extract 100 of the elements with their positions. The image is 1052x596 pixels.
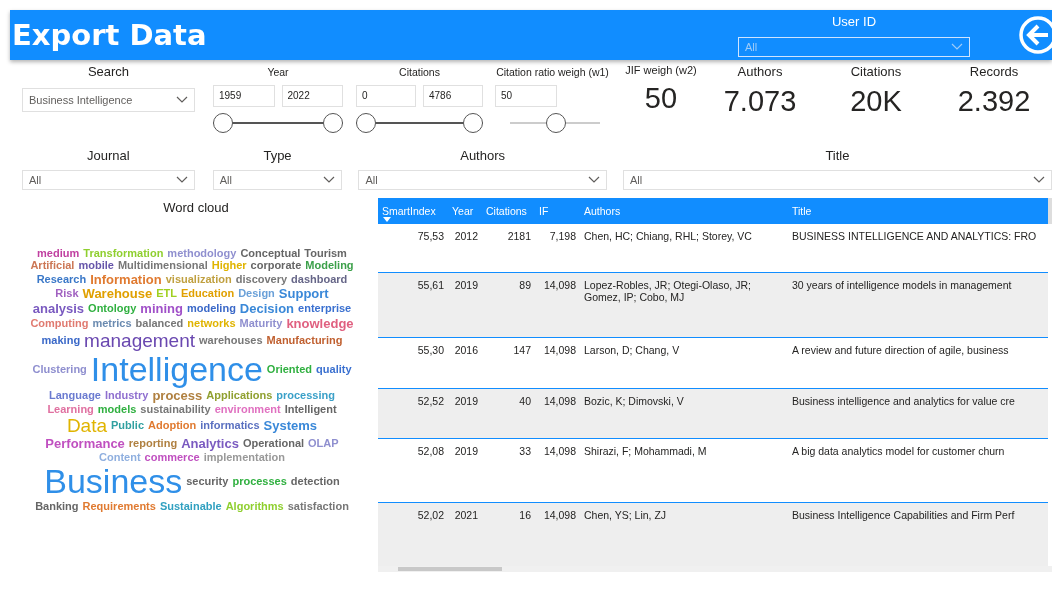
slider-handle[interactable] [323, 113, 343, 133]
dropdown-value: Business Intelligence [29, 94, 133, 106]
dropdown[interactable]: All [622, 170, 1052, 190]
table-cell: 30 years of intelligence models in management [788, 272, 1048, 338]
card-value: 2.392 [957, 85, 1031, 118]
table-cell: 2181 [482, 224, 535, 273]
chevron-down-icon [951, 42, 963, 51]
cloud-word: Requirements [82, 500, 156, 513]
back-arrow-icon[interactable] [1018, 15, 1052, 55]
cloud-word: Modeling [305, 260, 354, 272]
cloud-word: Design [238, 288, 275, 300]
field-label: User ID [831, 13, 877, 29]
table-cell: 2016 [448, 337, 482, 389]
cloud-word: Research [36, 273, 87, 286]
card-label: Citations [850, 64, 902, 79]
dropdown-value: All [629, 174, 643, 186]
table-cell: Shirazi, F; Mohammadi, M [580, 438, 788, 503]
card-value: 50 [644, 82, 678, 115]
cloud-word: Applications [206, 389, 273, 402]
card-label: Authors [737, 64, 783, 79]
cloud-word: satisfaction [287, 500, 349, 513]
sort-descending-icon [383, 217, 391, 222]
table-cell: Business intelligence and analytics for value cre [788, 388, 1048, 439]
cloud-word: process [152, 388, 203, 403]
cloud-word: Adoption [148, 420, 197, 432]
cloud-word: Education [180, 288, 235, 300]
input-field[interactable]: 50 [495, 85, 557, 107]
table-cell: Business Intelligence Capabilities and Firm Perf [788, 502, 1048, 567]
cloud-word: management [84, 331, 195, 352]
slider-handle[interactable] [463, 113, 483, 133]
cloud-word: environment [214, 403, 281, 416]
cloud-word: Warehouse [82, 287, 153, 301]
cloud-word: Operational [242, 438, 305, 450]
cloud-word: informatics [200, 420, 260, 432]
dropdown[interactable]: Business Intelligence [22, 88, 195, 112]
cloud-word: visualization [165, 273, 232, 286]
table-cell: 52,52 [378, 388, 448, 439]
table-cell: 14,098 [535, 272, 580, 338]
cloud-word: Tourism [304, 247, 347, 260]
cloud-word: making [41, 335, 81, 347]
dropdown[interactable]: All [22, 170, 195, 190]
slider-handle[interactable] [356, 113, 376, 133]
cloud-word: models [97, 403, 137, 416]
cloud-word: Conceptual [240, 247, 301, 260]
cloud-word: mobile [78, 260, 114, 272]
table-cell: 2019 [448, 388, 482, 439]
input-field[interactable]: 1959 [213, 85, 275, 107]
scrollbar[interactable] [378, 566, 1052, 572]
table-cell: 55,61 [378, 272, 448, 338]
cloud-word: dashboard [291, 273, 348, 286]
field-label: Type [262, 148, 293, 164]
slider-handle[interactable] [546, 113, 567, 133]
cloud-word: Support [278, 287, 329, 301]
dropdown-value: All [29, 174, 42, 186]
table-cell: 52,02 [378, 502, 448, 567]
field-label: Year [266, 65, 290, 80]
cloud-word: commerce [144, 451, 200, 464]
chevron-down-icon [587, 176, 600, 184]
cloud-word: Algorithms [225, 500, 284, 513]
cloud-word: Content [99, 451, 141, 464]
card-value: 7.073 [723, 85, 797, 118]
field-label: Search [86, 64, 131, 80]
cloud-word: modeling [186, 303, 236, 315]
cloud-word: metrics [92, 317, 132, 330]
table-cell: Larson, D; Chang, V [580, 337, 788, 389]
cloud-word: Sustainable [159, 500, 222, 513]
cloud-word: Transformation [83, 247, 164, 260]
chevron-down-icon [1033, 176, 1045, 184]
card-label: Records [969, 64, 1019, 79]
cloud-word: analysis [32, 301, 85, 316]
cloud-word: Language [49, 389, 101, 402]
table-cell: Lopez-Robles, JR; Otegi-Olaso, JR; Gomez, IP; Cobo, MJ [580, 272, 788, 338]
cloud-word: Higher [211, 260, 247, 272]
table-cell: 2019 [448, 438, 482, 503]
field-label: Citations [398, 65, 441, 80]
field-label: Journal [86, 148, 131, 164]
cloud-word: medium [37, 247, 80, 260]
cloud-word: Systems [263, 419, 318, 433]
cloud-word: Oriented [266, 364, 313, 376]
cloud-word: reporting [128, 438, 178, 450]
cloud-word: Clustering [32, 364, 87, 376]
cloud-word: quality [316, 364, 352, 376]
cloud-word: Analytics [181, 437, 239, 451]
input-field[interactable]: 4786 [423, 85, 483, 107]
dropdown-value: All [219, 174, 232, 186]
cloud-word: Ontology [88, 303, 137, 315]
cloud-word: Multidimensional [117, 260, 208, 272]
scrollbar[interactable] [1048, 198, 1052, 224]
dropdown[interactable]: All [212, 170, 343, 190]
table-cell: 33 [482, 438, 535, 503]
cloud-word: Intelligence [90, 352, 263, 388]
table-cell: 52,08 [378, 438, 448, 503]
card-value: 20K [850, 85, 902, 118]
dropdown[interactable]: All [358, 170, 607, 190]
cloud-word: Manufacturing [266, 335, 343, 347]
input-field[interactable]: 0 [356, 85, 416, 107]
cloud-word: Performance [45, 437, 125, 451]
input-field[interactable]: 2022 [281, 85, 343, 107]
cloud-word: Maturity [239, 317, 283, 330]
slider-handle[interactable] [213, 113, 233, 133]
